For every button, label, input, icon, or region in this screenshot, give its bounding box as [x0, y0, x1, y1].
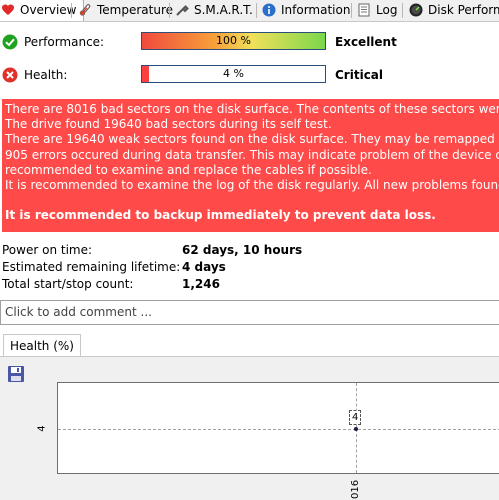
performance-percent: 100 % [216, 34, 251, 47]
chart-plot-area: 4 [57, 382, 499, 474]
alert-line: It is recommended to examine the log of … [5, 178, 499, 193]
lifetime-label: Estimated remaining lifetime: [2, 260, 181, 274]
tab-separator [256, 3, 257, 18]
tab-disk-performance[interactable]: Disk Performa [409, 0, 499, 21]
tab-disk-performance-label: Disk Performa [428, 3, 499, 17]
error-circle-icon [2, 67, 18, 83]
tab-separator [71, 3, 72, 18]
health-label: Health: [24, 68, 68, 82]
data-point [354, 427, 358, 431]
check-circle-icon [2, 34, 18, 50]
power-on-row: Power on time: 62 days, 10 hours [2, 243, 499, 258]
problem-alert: There are 8016 bad sectors on the disk s… [2, 99, 499, 232]
startstop-value: 1,246 [182, 277, 220, 291]
thermometer-icon [78, 3, 92, 17]
gauge-icon [409, 3, 423, 17]
tab-health-chart[interactable]: Health (%) [3, 334, 81, 357]
alert-line: There are 19640 weak sectors found on th… [5, 132, 499, 147]
power-on-value: 62 days, 10 hours [182, 243, 303, 257]
tab-separator [351, 3, 352, 18]
tab-separator [402, 3, 403, 18]
tab-log[interactable]: Log [357, 0, 397, 21]
y-tick-label: 4 [36, 425, 48, 432]
tab-overview-label: Overview [20, 3, 77, 17]
alert-recommendation: It is recommended to backup immediately … [5, 208, 436, 223]
performance-label: Performance: [24, 35, 105, 49]
chart-panel: 4 4 016 [0, 356, 499, 500]
alert-spacer [5, 193, 499, 208]
tab-information-label: Information [281, 3, 351, 17]
tab-smart[interactable]: S.M.A.R.T. [175, 0, 253, 21]
x-tick-label: 016 [350, 479, 361, 499]
power-on-label: Power on time: [2, 243, 93, 257]
tab-temperature-label: Temperature [97, 3, 174, 17]
lifetime-value: 4 days [182, 260, 226, 274]
health-bar: 4 % [141, 65, 326, 83]
health-rating: Critical [335, 68, 384, 82]
data-point-label: 4 [349, 410, 362, 425]
tab-log-label: Log [376, 3, 398, 17]
tab-temperature[interactable]: Temperature [78, 0, 173, 21]
wrench-icon [175, 3, 189, 17]
tab-smart-label: S.M.A.R.T. [194, 3, 253, 17]
info-icon [262, 3, 276, 17]
comment-field[interactable]: Click to add comment ... [0, 300, 499, 325]
alert-line: recommended to examine and replace the c… [5, 162, 372, 177]
heart-icon [1, 3, 15, 17]
alert-line: 905 errors occured during data transfer.… [5, 147, 499, 162]
startstop-row: Total start/stop count: 1,246 [2, 277, 499, 292]
tab-separator [169, 3, 170, 18]
startstop-label: Total start/stop count: [2, 277, 134, 291]
tab-information[interactable]: Information [262, 0, 350, 21]
performance-row: Performance: 100 % Excellent [0, 31, 499, 53]
tab-bar: Overview Temperature S.M.A.R.T. Informat… [0, 0, 499, 22]
document-icon [357, 3, 371, 17]
save-icon[interactable] [7, 365, 25, 383]
lifetime-row: Estimated remaining lifetime: 4 days [2, 260, 499, 275]
health-percent: 4 % [223, 67, 244, 80]
health-row: Health: 4 % Critical [0, 64, 499, 86]
performance-rating: Excellent [335, 35, 397, 49]
performance-bar: 100 % [141, 32, 326, 50]
alert-line: The drive found 19640 bad sectors during… [5, 117, 332, 132]
point-guide-horizontal [58, 429, 499, 430]
alert-line: There are 8016 bad sectors on the disk s… [5, 102, 499, 116]
